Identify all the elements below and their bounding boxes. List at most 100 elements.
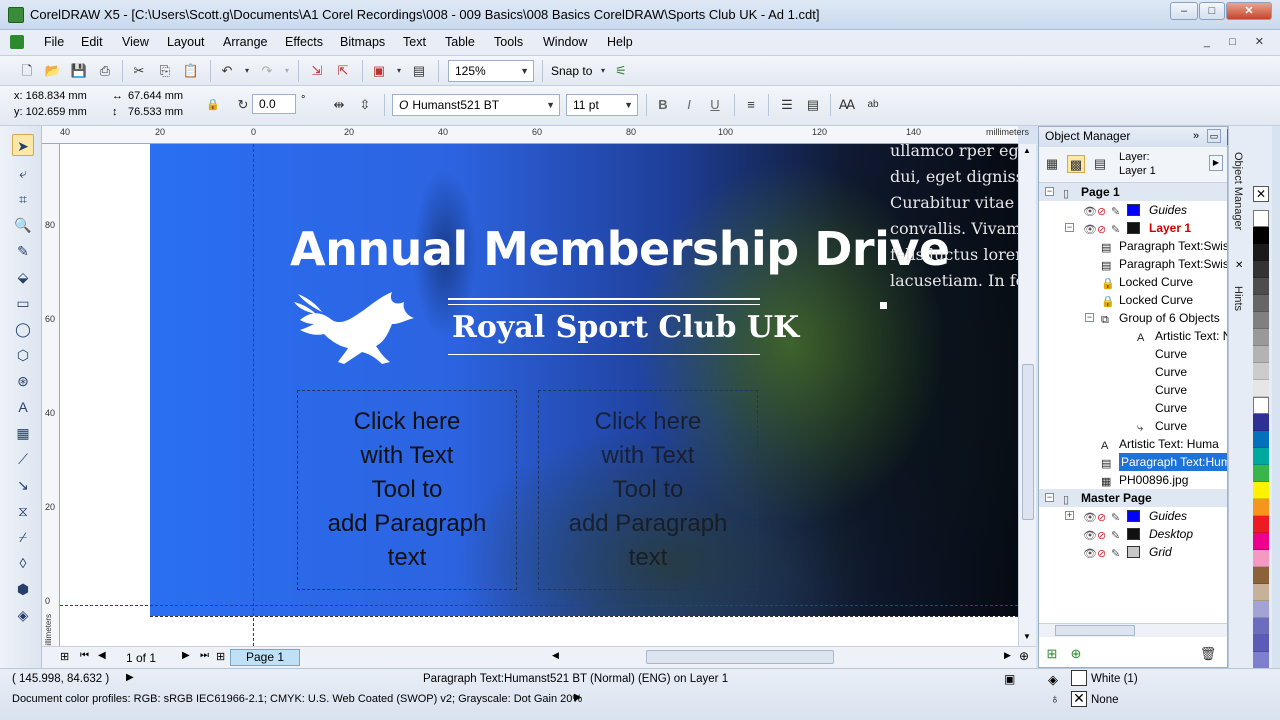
minimize-button[interactable]: – — [1170, 2, 1198, 20]
editable-icon[interactable]: ✎ — [1111, 545, 1120, 561]
object-node[interactable]: Curve — [1039, 381, 1227, 399]
navigator-zoom-icon[interactable]: ⊕ — [1019, 649, 1029, 663]
no-color-swatch[interactable]: ✕ — [1253, 186, 1269, 202]
collapse-toggle-icon[interactable]: − — [1085, 313, 1094, 322]
snap-dropdown-icon[interactable]: ▾ — [594, 62, 612, 80]
object-node[interactable]: − ⧉ Group of 6 Objects — [1039, 309, 1227, 327]
color-swatch[interactable] — [1253, 618, 1269, 635]
color-swatch[interactable] — [1253, 312, 1269, 329]
dimension-tool-icon[interactable]: ⟋ — [12, 448, 34, 470]
collapse-panel-icon[interactable]: » — [1193, 127, 1199, 146]
selection-handle[interactable] — [880, 302, 887, 309]
lock-ratio-icon[interactable]: 🔒 — [204, 96, 222, 114]
expand-toggle-icon[interactable]: − — [1065, 223, 1074, 232]
menu-effects[interactable]: Effects — [285, 35, 323, 49]
color-swatch[interactable] — [1253, 601, 1269, 618]
delete-icon[interactable]: 🗑 — [1199, 645, 1217, 663]
undo-dropdown-icon[interactable]: ▾ — [238, 62, 256, 80]
underline-button[interactable]: U — [706, 96, 724, 114]
application-launcher-icon[interactable]: ▣ — [370, 62, 388, 80]
color-swatch[interactable] — [1253, 482, 1269, 499]
layer-color-swatch[interactable] — [1127, 546, 1140, 558]
add-page-after-icon[interactable]: ⊞ — [216, 650, 225, 663]
ellipse-tool-icon[interactable]: ◯ — [12, 318, 34, 340]
paragraph-text-frame-2[interactable]: Click here with Text Tool to add Paragra… — [538, 390, 758, 590]
color-swatch[interactable] — [1253, 652, 1269, 669]
fill-tool-icon[interactable]: ⬢ — [12, 578, 34, 600]
page-node[interactable]: − ▯ Master Page — [1039, 489, 1227, 507]
smart-fill-tool-icon[interactable]: ⬙ — [12, 266, 34, 288]
tab-hints[interactable]: Hints — [1232, 286, 1244, 311]
y-position[interactable]: y: 102.659 mm — [14, 106, 87, 118]
redo-icon[interactable]: ↷ — [258, 62, 276, 80]
object-node[interactable]: ▤ Paragraph Text:Hum — [1039, 453, 1227, 471]
zoom-level-select[interactable]: 125% ▼ — [448, 60, 534, 82]
export-icon[interactable]: ⇱ — [334, 62, 352, 80]
layer-color-swatch[interactable] — [1127, 204, 1140, 216]
font-size-select[interactable]: 11 pt ▼ — [566, 94, 638, 116]
maximize-button[interactable]: □ — [1199, 2, 1225, 20]
color-swatch[interactable] — [1253, 516, 1269, 533]
layer-node[interactable]: 👁 ⊘ ✎ Guides — [1039, 201, 1227, 219]
panel-scroll-thumb[interactable] — [1055, 625, 1135, 636]
crop-tool-icon[interactable]: ⌗ — [12, 188, 34, 210]
character-formatting-icon[interactable]: Ꜳ — [838, 96, 856, 114]
visibility-icon[interactable]: 👁 — [1083, 527, 1097, 543]
color-swatch[interactable] — [1253, 431, 1269, 448]
color-swatch[interactable] — [1253, 499, 1269, 516]
bullet-list-icon[interactable]: ☰ — [778, 96, 796, 114]
add-page-before-icon[interactable]: ⊞ — [60, 650, 69, 663]
printable-icon[interactable]: ⊘ — [1097, 545, 1106, 561]
visibility-icon[interactable]: 👁 — [1083, 221, 1097, 237]
club-name-text[interactable]: Royal Sport Club UK — [452, 310, 799, 345]
color-swatch[interactable] — [1253, 397, 1269, 414]
shape-tool-icon[interactable]: ⤶ — [12, 162, 34, 184]
panel-horizontal-scrollbar[interactable] — [1039, 623, 1227, 637]
object-node[interactable]: 🔒 Locked Curve — [1039, 291, 1227, 309]
font-family-select[interactable]: O Humanst521 BT ▼ — [392, 94, 560, 116]
horizontal-ruler[interactable]: 40 20 0 20 40 60 80 100 120 140 millimet… — [42, 126, 1029, 144]
color-swatch[interactable] — [1253, 567, 1269, 584]
vertical-guideline[interactable] — [253, 144, 254, 646]
collapse-toggle-icon[interactable]: − — [1045, 187, 1054, 196]
color-swatch[interactable] — [1253, 244, 1269, 261]
menu-help[interactable]: Help — [607, 35, 633, 49]
pick-tool-icon[interactable]: ➤ — [12, 134, 34, 156]
visibility-icon[interactable]: 👁 — [1083, 545, 1097, 561]
options-icon[interactable]: ⚟ — [612, 62, 630, 80]
layer-node[interactable]: + 👁 ⊘ ✎ Guides — [1039, 507, 1227, 525]
headline-text[interactable]: Annual Membership Drive — [290, 222, 950, 276]
editable-icon[interactable]: ✎ — [1111, 527, 1120, 543]
basic-shapes-tool-icon[interactable]: ⊛ — [12, 370, 34, 392]
new-master-layer-icon[interactable]: ⊕ — [1067, 645, 1085, 663]
printable-icon[interactable]: ⊘ — [1097, 509, 1106, 525]
paragraph-text-frame-1[interactable]: Click here with Text Tool to add Paragra… — [297, 390, 517, 590]
minimize-panel-icon[interactable]: ▭ — [1207, 129, 1221, 143]
scroll-left-icon[interactable]: ◀ — [552, 650, 559, 661]
undo-icon[interactable]: ↶ — [218, 62, 236, 80]
previous-page-icon[interactable]: ◀ — [98, 650, 106, 661]
cut-icon[interactable]: ✂ — [130, 62, 148, 80]
text-tool-icon[interactable]: A — [12, 396, 34, 418]
menu-window[interactable]: Window — [543, 35, 587, 49]
drop-cap-icon[interactable]: ▤ — [804, 96, 822, 114]
color-swatch[interactable] — [1253, 465, 1269, 482]
scroll-down-icon[interactable]: ▼ — [1023, 632, 1031, 641]
edit-text-icon[interactable]: ab — [864, 96, 882, 114]
editable-icon[interactable]: ✎ — [1111, 221, 1120, 237]
color-swatch[interactable] — [1253, 295, 1269, 312]
vertical-ruler[interactable]: 80 60 40 20 0 millimeters — [42, 144, 60, 652]
interactive-fill-tool-icon[interactable]: ◈ — [12, 604, 34, 626]
menu-tools[interactable]: Tools — [494, 35, 523, 49]
freehand-tool-icon[interactable]: ✎ — [12, 240, 34, 262]
copy-icon[interactable]: ⎘ — [156, 62, 174, 80]
griffin-logo-icon[interactable] — [292, 290, 418, 370]
layer-node[interactable]: 👁 ⊘ ✎ Desktop — [1039, 525, 1227, 543]
menu-view[interactable]: View — [122, 35, 149, 49]
scroll-up-icon[interactable]: ▲ — [1023, 146, 1031, 155]
italic-button[interactable]: I — [680, 96, 698, 114]
body-copy-text[interactable]: ullamco rper egta dui, eget dignissin Cu… — [890, 144, 1018, 294]
bold-button[interactable]: B — [654, 96, 672, 114]
color-swatch[interactable] — [1253, 584, 1269, 601]
tab-page-1[interactable]: Page 1 — [230, 649, 300, 666]
